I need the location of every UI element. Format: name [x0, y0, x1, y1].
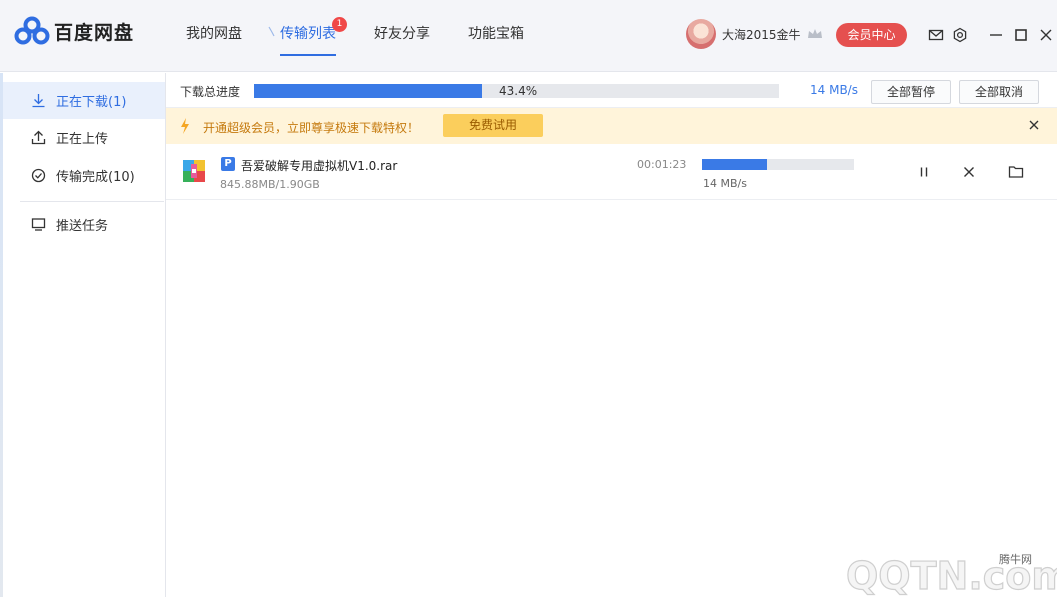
- tab-label: 好友分享: [374, 26, 430, 42]
- main-nav: 我的网盘 传输列表 1 好友分享 功能宝箱: [186, 0, 562, 72]
- sidebar-item-push-tasks[interactable]: 推送任务: [3, 206, 165, 243]
- vip-center-button[interactable]: 会员中心: [836, 23, 907, 47]
- promo-text: 开通超级会员，立即尊享极速下载特权！: [203, 121, 420, 135]
- qqtn-watermark-logo: 腾牛网 QQTN.com: [846, 552, 1057, 597]
- crown-icon: [807, 29, 822, 38]
- file-progress-fill: [702, 159, 768, 170]
- file-name: 吾爱破解专用虚拟机V1.0.rar: [241, 159, 398, 173]
- sidebar-item-downloading[interactable]: 正在下载(1): [3, 82, 165, 119]
- tab-label: 我的网盘: [186, 26, 242, 42]
- download-icon: [32, 94, 45, 108]
- overall-progress-label: 下载总进度: [180, 85, 241, 99]
- tab-my-disk[interactable]: 我的网盘: [186, 0, 242, 72]
- tab-label: 功能宝箱: [468, 26, 524, 42]
- minimize-icon[interactable]: [988, 27, 1004, 43]
- sidebar-divider: [20, 201, 164, 202]
- close-icon[interactable]: [1028, 119, 1040, 131]
- app-logo: 百度网盘: [14, 16, 134, 46]
- archive-file-icon: [183, 160, 205, 182]
- pause-all-button[interactable]: 全部暂停: [871, 80, 951, 104]
- overall-progress-percent: 43.4%: [499, 84, 538, 98]
- spark-icon: [268, 26, 275, 37]
- check-circle-icon: [31, 168, 46, 183]
- tab-toolbox[interactable]: 功能宝箱: [468, 0, 524, 72]
- monitor-icon: [31, 218, 46, 231]
- maximize-icon[interactable]: [1013, 27, 1029, 43]
- time-remaining: 00:01:23: [637, 158, 687, 171]
- overall-progress-bar: 下载总进度 43.4% 14 MB/s 全部暂停 全部取消: [166, 73, 1057, 108]
- title-bar: 百度网盘 我的网盘 传输列表 1 好友分享 功能宝箱 大海2015金牛 会员中心: [0, 0, 1057, 72]
- pause-icon[interactable]: [916, 164, 932, 180]
- sidebar-item-uploading[interactable]: 正在上传: [3, 119, 165, 156]
- tab-label: 传输列表: [280, 26, 336, 42]
- sidebar-item-label: 传输完成(10): [56, 170, 135, 185]
- file-progress-track: [702, 159, 854, 170]
- free-trial-button[interactable]: 免费试用: [443, 114, 543, 137]
- notification-badge: 1: [332, 17, 347, 32]
- file-speed: 14 MB/s: [703, 177, 747, 190]
- sidebar-item-label: 正在下载(1): [56, 95, 127, 110]
- sidebar-item-label: 推送任务: [56, 219, 109, 234]
- close-icon[interactable]: [1038, 27, 1054, 43]
- download-row[interactable]: P 吾爱破解专用虚拟机V1.0.rar 845.88MB/1.90GB 00:0…: [166, 144, 1057, 200]
- gear-icon[interactable]: [952, 27, 968, 43]
- sidebar-item-label: 正在上传: [56, 132, 109, 147]
- app-name: 百度网盘: [54, 21, 135, 44]
- tab-transfer-list[interactable]: 传输列表 1: [268, 0, 347, 72]
- mail-icon[interactable]: [928, 27, 944, 43]
- lightning-icon: [181, 118, 189, 134]
- overall-speed: 14 MB/s: [810, 83, 858, 97]
- overall-progress-fill: [254, 84, 482, 98]
- upload-icon: [31, 130, 46, 145]
- user-profile[interactable]: 大海2015金牛: [686, 19, 823, 49]
- watermark-site: QQTN.com: [846, 554, 1057, 597]
- promo-banner: 开通超级会员，立即尊享极速下载特权！ 免费试用: [166, 108, 1057, 144]
- folder-icon[interactable]: [1008, 164, 1024, 180]
- baidu-netdisk-window: 百度网盘 我的网盘 传输列表 1 好友分享 功能宝箱 大海2015金牛 会员中心…: [0, 0, 1057, 597]
- sidebar: 正在下载(1) 正在上传 传输完成(10) 推送任务: [0, 73, 166, 597]
- cloud-logo-icon: [14, 16, 50, 46]
- tab-friend-share[interactable]: 好友分享: [374, 0, 430, 72]
- username: 大海2015金牛: [722, 27, 801, 42]
- file-size: 845.88MB/1.90GB: [220, 178, 320, 191]
- avatar[interactable]: [686, 19, 716, 49]
- cancel-all-button[interactable]: 全部取消: [959, 80, 1039, 104]
- p-badge-icon: P: [221, 157, 235, 171]
- cancel-icon[interactable]: [961, 164, 977, 180]
- sidebar-item-completed[interactable]: 传输完成(10): [3, 157, 165, 194]
